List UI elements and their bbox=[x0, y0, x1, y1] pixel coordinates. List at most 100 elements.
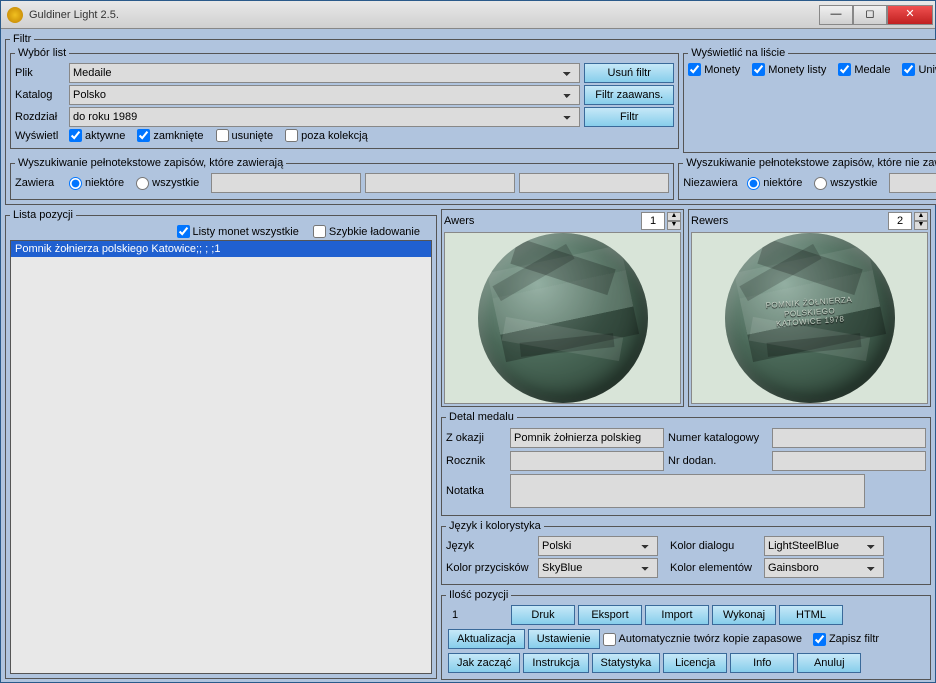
kolor-elementow-select[interactable]: Gainsboro bbox=[764, 558, 884, 578]
monety-listy-checkbox[interactable]: Monety listy bbox=[752, 63, 826, 76]
app-window: Guldiner Light 2.5. — ◻ ✕ Filtr Wybór li… bbox=[0, 0, 936, 683]
usun-filtr-button[interactable]: Usuń filtr bbox=[584, 63, 674, 83]
window-title: Guldiner Light 2.5. bbox=[29, 9, 819, 21]
zawiera-input-1[interactable] bbox=[211, 173, 361, 193]
client-area: Filtr Wybór list Plik Medaile Usuń filtr… bbox=[1, 29, 935, 682]
uniwersalne-checkbox[interactable]: Uniwersalne karty bbox=[902, 63, 936, 76]
close-button[interactable]: ✕ bbox=[887, 5, 933, 25]
medale-checkbox[interactable]: Medale bbox=[838, 63, 890, 76]
list-item[interactable]: Pomnik żołnierza polskiego Katowice;; ; … bbox=[11, 241, 431, 257]
lista-pozycji-fieldset: Lista pozycji Listy monet wszystkie Szyb… bbox=[5, 209, 437, 679]
rewers-index-input[interactable] bbox=[888, 212, 912, 230]
aktywne-checkbox[interactable]: aktywne bbox=[69, 129, 125, 142]
wybor-list-legend: Wybór list bbox=[15, 47, 69, 59]
awers-label: Awers bbox=[444, 215, 639, 227]
numer-label: Numer katalogowy bbox=[668, 432, 768, 444]
katalog-label: Katalog bbox=[15, 89, 65, 101]
titlebar: Guldiner Light 2.5. — ◻ ✕ bbox=[1, 1, 935, 29]
niezawiera-niektore-radio[interactable]: niektóre bbox=[747, 177, 802, 190]
jezyk-fieldset: Język i kolorystyka Język Polski Kolor d… bbox=[441, 520, 931, 585]
notatka-textarea[interactable] bbox=[510, 474, 865, 508]
filtr-zaawans-button[interactable]: Filtr zaawans. bbox=[584, 85, 674, 105]
search-include-fieldset: Wyszukiwanie pełnotekstowe zapisów, któr… bbox=[10, 157, 674, 200]
jezyk-select[interactable]: Polski bbox=[538, 536, 658, 556]
wykonaj-button[interactable]: Wykonaj bbox=[712, 605, 776, 625]
niezawiera-input-1[interactable] bbox=[889, 173, 936, 193]
ilosc-fieldset: Ilość pozycji 1 Druk Eksport Import Wyko… bbox=[441, 589, 931, 680]
filter-fieldset: Filtr Wybór list Plik Medaile Usuń filtr… bbox=[5, 33, 936, 205]
zapisz-filtr-checkbox[interactable]: Zapisz filtr bbox=[813, 633, 879, 646]
awers-panel: Awers ▲ ▼ bbox=[441, 209, 684, 407]
detal-medalu-legend: Detal medalu bbox=[446, 411, 517, 423]
zawiera-wszystkie-radio[interactable]: wszystkie bbox=[136, 177, 199, 190]
aktualizacja-button[interactable]: Aktualizacja bbox=[448, 629, 525, 649]
kolor-dialogu-label: Kolor dialogu bbox=[670, 540, 760, 552]
wybor-list-fieldset: Wybór list Plik Medaile Usuń filtr Katal… bbox=[10, 47, 679, 149]
zawiera-niektore-radio[interactable]: niektóre bbox=[69, 177, 124, 190]
filter-legend: Filtr bbox=[10, 33, 34, 45]
auto-kopie-checkbox[interactable]: Automatycznie twórz kopie zapasowe bbox=[603, 633, 802, 646]
rozdzial-select[interactable]: do roku 1989 bbox=[69, 107, 580, 127]
position-list[interactable]: Pomnik żołnierza polskiego Katowice;; ; … bbox=[10, 240, 432, 674]
awers-up-button[interactable]: ▲ bbox=[667, 212, 681, 221]
rocznik-label: Rocznik bbox=[446, 455, 506, 467]
licencja-button[interactable]: Licencja bbox=[663, 653, 727, 673]
kolor-dialogu-select[interactable]: LightSteelBlue bbox=[764, 536, 884, 556]
jezyk-label: Język bbox=[446, 540, 534, 552]
anuluj-button[interactable]: Anuluj bbox=[797, 653, 861, 673]
import-button[interactable]: Import bbox=[645, 605, 709, 625]
rocznik-input[interactable] bbox=[510, 451, 664, 471]
jezyk-legend: Język i kolorystyka bbox=[446, 520, 544, 532]
rewers-up-button[interactable]: ▲ bbox=[914, 212, 928, 221]
zawiera-input-2[interactable] bbox=[365, 173, 515, 193]
jak-zaczac-button[interactable]: Jak zacząć bbox=[448, 653, 520, 673]
listy-monet-checkbox[interactable]: Listy monet wszystkie bbox=[177, 225, 299, 238]
usuniete-checkbox[interactable]: usunięte bbox=[216, 129, 274, 142]
app-icon bbox=[7, 7, 23, 23]
search-include-legend: Wyszukiwanie pełnotekstowe zapisów, któr… bbox=[15, 157, 286, 169]
minimize-button[interactable]: — bbox=[819, 5, 853, 25]
rewers-image[interactable]: POMNIK ŻOŁNIERZA POLSKIEGO KATOWICE 1978 bbox=[691, 232, 928, 404]
monety-checkbox[interactable]: Monety bbox=[688, 63, 740, 76]
instrukcja-button[interactable]: Instrukcja bbox=[523, 653, 588, 673]
szybkie-ladowanie-checkbox[interactable]: Szybkie ładowanie bbox=[313, 225, 420, 238]
z-okazji-label: Z okazji bbox=[446, 432, 506, 444]
html-button[interactable]: HTML bbox=[779, 605, 843, 625]
druk-button[interactable]: Druk bbox=[511, 605, 575, 625]
numer-input[interactable] bbox=[772, 428, 926, 448]
awers-index-input[interactable] bbox=[641, 212, 665, 230]
kolor-przyciskow-select[interactable]: SkyBlue bbox=[538, 558, 658, 578]
awers-image[interactable] bbox=[444, 232, 681, 404]
niezawiera-wszystkie-radio[interactable]: wszystkie bbox=[814, 177, 877, 190]
medal-reverse: POMNIK ŻOŁNIERZA POLSKIEGO KATOWICE 1978 bbox=[725, 233, 895, 403]
eksport-button[interactable]: Eksport bbox=[578, 605, 642, 625]
detal-medalu-fieldset: Detal medalu Z okazji Numer katalogowy R… bbox=[441, 411, 931, 516]
kolor-elementow-label: Kolor elementów bbox=[670, 562, 760, 574]
katalog-select[interactable]: Polsko bbox=[69, 85, 580, 105]
rozdzial-label: Rozdział bbox=[15, 111, 65, 123]
plik-label: Plik bbox=[15, 67, 65, 79]
statystyka-button[interactable]: Statystyka bbox=[592, 653, 661, 673]
lista-pozycji-legend: Lista pozycji bbox=[10, 209, 76, 221]
rewers-label: Rewers bbox=[691, 215, 886, 227]
kolor-przyciskow-label: Kolor przycisków bbox=[446, 562, 534, 574]
plik-select[interactable]: Medaile bbox=[69, 63, 580, 83]
poza-kolekcja-checkbox[interactable]: poza kolekcją bbox=[285, 129, 368, 142]
wyswietlic-legend: Wyświetlić na liście bbox=[688, 47, 788, 59]
awers-down-button[interactable]: ▼ bbox=[667, 221, 681, 230]
ilosc-value: 1 bbox=[448, 609, 508, 621]
search-exclude-legend: Wyszukiwanie pełnotekstowe zapisów, któr… bbox=[683, 157, 936, 169]
info-button[interactable]: Info bbox=[730, 653, 794, 673]
ilosc-legend: Ilość pozycji bbox=[446, 589, 511, 601]
zamkniete-checkbox[interactable]: zamknięte bbox=[137, 129, 203, 142]
z-okazji-input[interactable] bbox=[510, 428, 664, 448]
zawiera-input-3[interactable] bbox=[519, 173, 669, 193]
nr-dodan-input[interactable] bbox=[772, 451, 926, 471]
zawiera-label: Zawiera bbox=[15, 177, 65, 189]
filtr-button[interactable]: Filtr bbox=[584, 107, 674, 127]
wyswietl-label: Wyświetl bbox=[15, 130, 65, 142]
rewers-down-button[interactable]: ▼ bbox=[914, 221, 928, 230]
ustawienie-button[interactable]: Ustawienie bbox=[528, 629, 600, 649]
rewers-panel: Rewers ▲ ▼ POMNIK ŻOŁNIERZA POLSKIEGO KA… bbox=[688, 209, 931, 407]
maximize-button[interactable]: ◻ bbox=[853, 5, 887, 25]
